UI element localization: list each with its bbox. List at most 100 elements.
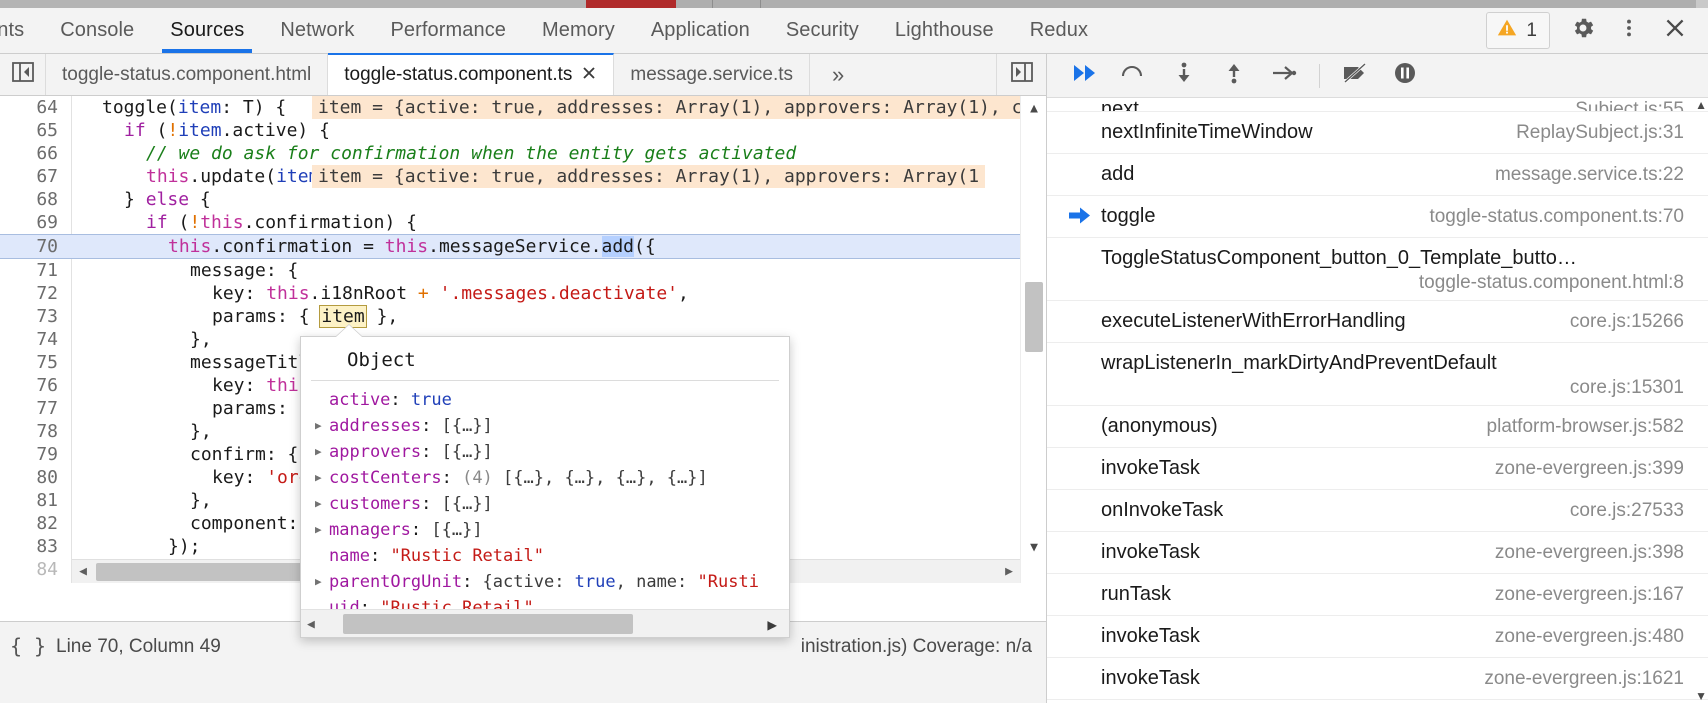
frame-source-location: core.js:15266	[1569, 311, 1684, 332]
object-property-row[interactable]: ▶ costCenters: (4) [{…}, {…}, {…}, {…}]	[301, 465, 789, 491]
code-line[interactable]: 67this.update(item);item = {active: true…	[0, 165, 1046, 188]
code-text: key: this.i18nRoot + '.messages.deactiva…	[212, 282, 689, 305]
vertical-scroll-thumb[interactable]	[1025, 282, 1043, 352]
call-stack-frame[interactable]: onInvokeTask core.js:27533	[1047, 490, 1708, 532]
code-token: });	[168, 536, 201, 557]
scroll-down-icon[interactable]: ▼	[1021, 535, 1046, 559]
settings-button[interactable]	[1560, 9, 1606, 53]
step-out-icon	[1223, 61, 1245, 90]
code-line[interactable]: 65 if (!item.active) {	[0, 119, 1046, 142]
file-tab-label: toggle-status.component.ts	[344, 64, 573, 85]
scroll-right-icon[interactable]: ▶	[767, 610, 777, 637]
file-tab-toggle-status-component-ts[interactable]: toggle-status.component.ts	[328, 53, 615, 95]
call-stack-frame[interactable]: (anonymous) platform-browser.js:582	[1047, 406, 1708, 448]
more-tabs-button[interactable]: »	[810, 54, 866, 95]
code-line[interactable]: 66 // we do ask for confirmation when the…	[0, 142, 1046, 165]
pretty-print-button[interactable]: { }	[0, 634, 56, 658]
popover-scroll-thumb[interactable]	[343, 614, 633, 634]
expand-triangle-icon[interactable]: ▶	[315, 491, 322, 517]
scroll-left-icon[interactable]: ◀	[307, 610, 315, 637]
code-token: : T) {	[221, 97, 287, 118]
debugger-vertical-scrollbar[interactable]: ▲ ▼	[1694, 98, 1708, 703]
code-token: ,	[678, 283, 689, 304]
call-stack-frame[interactable]: next Subject.js:55	[1047, 98, 1708, 112]
pause-on-exceptions-button[interactable]	[1382, 55, 1428, 97]
editor-vertical-scrollbar[interactable]: ▲ ▼	[1020, 96, 1046, 583]
scroll-down-icon[interactable]: ▼	[1695, 689, 1707, 703]
file-tab-message-service-ts[interactable]: message.service.ts	[614, 54, 811, 95]
call-stack-frame[interactable]: executeListenerWithErrorHandling core.js:…	[1047, 301, 1708, 343]
expand-triangle-icon[interactable]: ▶	[315, 569, 322, 595]
step-into-next-function-call-button[interactable]	[1161, 55, 1207, 97]
tab-security[interactable]: Security	[768, 8, 877, 53]
frame-function-name: add	[1101, 163, 1135, 185]
object-property-row[interactable]: ▶ addresses: [{…}]	[301, 413, 789, 439]
scroll-left-icon[interactable]: ◀	[72, 560, 94, 584]
step-out-of-current-function-button[interactable]	[1211, 55, 1257, 97]
object-property-row[interactable]: ▶ customers: [{…}]	[301, 491, 789, 517]
expand-triangle-icon[interactable]: ▶	[315, 517, 322, 543]
call-stack-frame[interactable]: runTask zone-evergreen.js:167	[1047, 574, 1708, 616]
show-debugger-button[interactable]	[996, 54, 1046, 95]
call-stack-frame[interactable]: wrapListenerIn_markDirtyAndPreventDefaul…	[1047, 343, 1708, 406]
call-stack-frame[interactable]: toggle toggle-status.component.ts:70	[1047, 196, 1708, 238]
code-text: },	[190, 420, 212, 443]
warning-count-button[interactable]: 1	[1486, 12, 1550, 49]
call-stack-frame[interactable]: ToggleStatusComponent_button_0_Template_…	[1047, 238, 1708, 301]
call-stack-frame[interactable]: invokeTask zone-evergreen.js:399	[1047, 448, 1708, 490]
call-stack-frame[interactable]: invokeTask zone-evergreen.js:398	[1047, 532, 1708, 574]
scroll-up-icon[interactable]: ▲	[1021, 96, 1046, 120]
call-stack-frame[interactable]: invokeTask zone-evergreen.js:480	[1047, 616, 1708, 658]
tab-label: Security	[785, 19, 859, 41]
code-line[interactable]: 64 toggle(item: T) {item = {active: true,…	[0, 96, 1046, 119]
scroll-up-icon[interactable]: ▲	[1695, 98, 1707, 112]
file-tab-toggle-status-component-html[interactable]: toggle-status.component.html	[46, 54, 329, 95]
call-stack-list[interactable]: next Subject.js:55 nextInfiniteTimeWindow R…	[1047, 98, 1708, 703]
code-line[interactable]: 68} else {	[0, 188, 1046, 211]
more-options-button[interactable]	[1606, 9, 1652, 53]
tab-sources[interactable]: Sources	[152, 8, 262, 53]
object-property-row[interactable]: ▶ managers: [{…}]	[301, 517, 789, 543]
code-line[interactable]: 71 message: {	[0, 259, 1046, 282]
step-over-next-function-call-button[interactable]	[1111, 55, 1157, 97]
call-stack-frame[interactable]: nextInfiniteTimeWindow ReplaySubject.js:3…	[1047, 112, 1708, 154]
property-value: [{…}, {…}, {…}, {…}]	[503, 468, 708, 488]
code-line[interactable]: 72 key: this.i18nRoot + '.messages.deacti…	[0, 282, 1046, 305]
pause-on-exceptions-icon	[1392, 61, 1418, 90]
call-stack-frame[interactable]: invokeTask zone-evergreen.js:1621	[1047, 658, 1708, 700]
close-devtools-button[interactable]	[1652, 9, 1698, 53]
tab-lighthouse[interactable]: Lighthouse	[877, 8, 1012, 53]
expand-triangle-icon[interactable]: ▶	[315, 413, 322, 439]
scroll-right-icon[interactable]: ▶	[998, 560, 1020, 584]
code-line[interactable]: 73 params: { item },	[0, 305, 1046, 328]
expand-triangle-icon[interactable]: ▶	[315, 439, 322, 465]
deactivate-breakpoints-button[interactable]	[1332, 55, 1378, 97]
close-icon[interactable]	[581, 65, 597, 85]
code-text: },	[190, 328, 212, 351]
expand-triangle-icon[interactable]: ▶	[315, 465, 322, 491]
object-property-row[interactable]: ▶ approvers: [{…}]	[301, 439, 789, 465]
tab-network[interactable]: Network	[262, 8, 372, 53]
gear-icon	[1570, 15, 1596, 46]
tab-application[interactable]: Application	[633, 8, 768, 53]
object-property-row[interactable]: name: "Rustic Retail"	[301, 543, 789, 569]
call-stack-frame[interactable]: add message.service.ts:22	[1047, 154, 1708, 196]
tab-redux[interactable]: Redux	[1012, 8, 1106, 53]
frame-function-name: runTask	[1101, 583, 1172, 605]
tab-elements[interactable]: ents	[0, 8, 42, 53]
tab-performance[interactable]: Performance	[372, 8, 524, 53]
code-line[interactable]: 69 if (!this.confirmation) {	[0, 211, 1046, 234]
line-number: 78	[36, 421, 58, 442]
property-separator: :	[410, 520, 432, 540]
resume-script-execution-button[interactable]	[1061, 55, 1107, 97]
code-line[interactable]: 70 this.confirmation = this.messageServic…	[0, 234, 1046, 259]
frame-source-location: platform-browser.js:582	[1486, 416, 1684, 437]
step-button[interactable]	[1261, 55, 1307, 97]
object-property-row[interactable]: ▶ parentOrgUnit: {active: true, name: "Ru…	[301, 569, 789, 595]
object-value-popover[interactable]: Object active: true ▶ addresses: [{…}] ▶ app…	[300, 336, 790, 638]
tab-memory[interactable]: Memory	[524, 8, 633, 53]
object-property-row[interactable]: active: true	[301, 387, 789, 413]
show-navigator-button[interactable]	[0, 54, 46, 95]
tab-console[interactable]: Console	[42, 8, 152, 53]
popover-horizontal-scrollbar[interactable]: ◀ ▶	[301, 609, 789, 637]
